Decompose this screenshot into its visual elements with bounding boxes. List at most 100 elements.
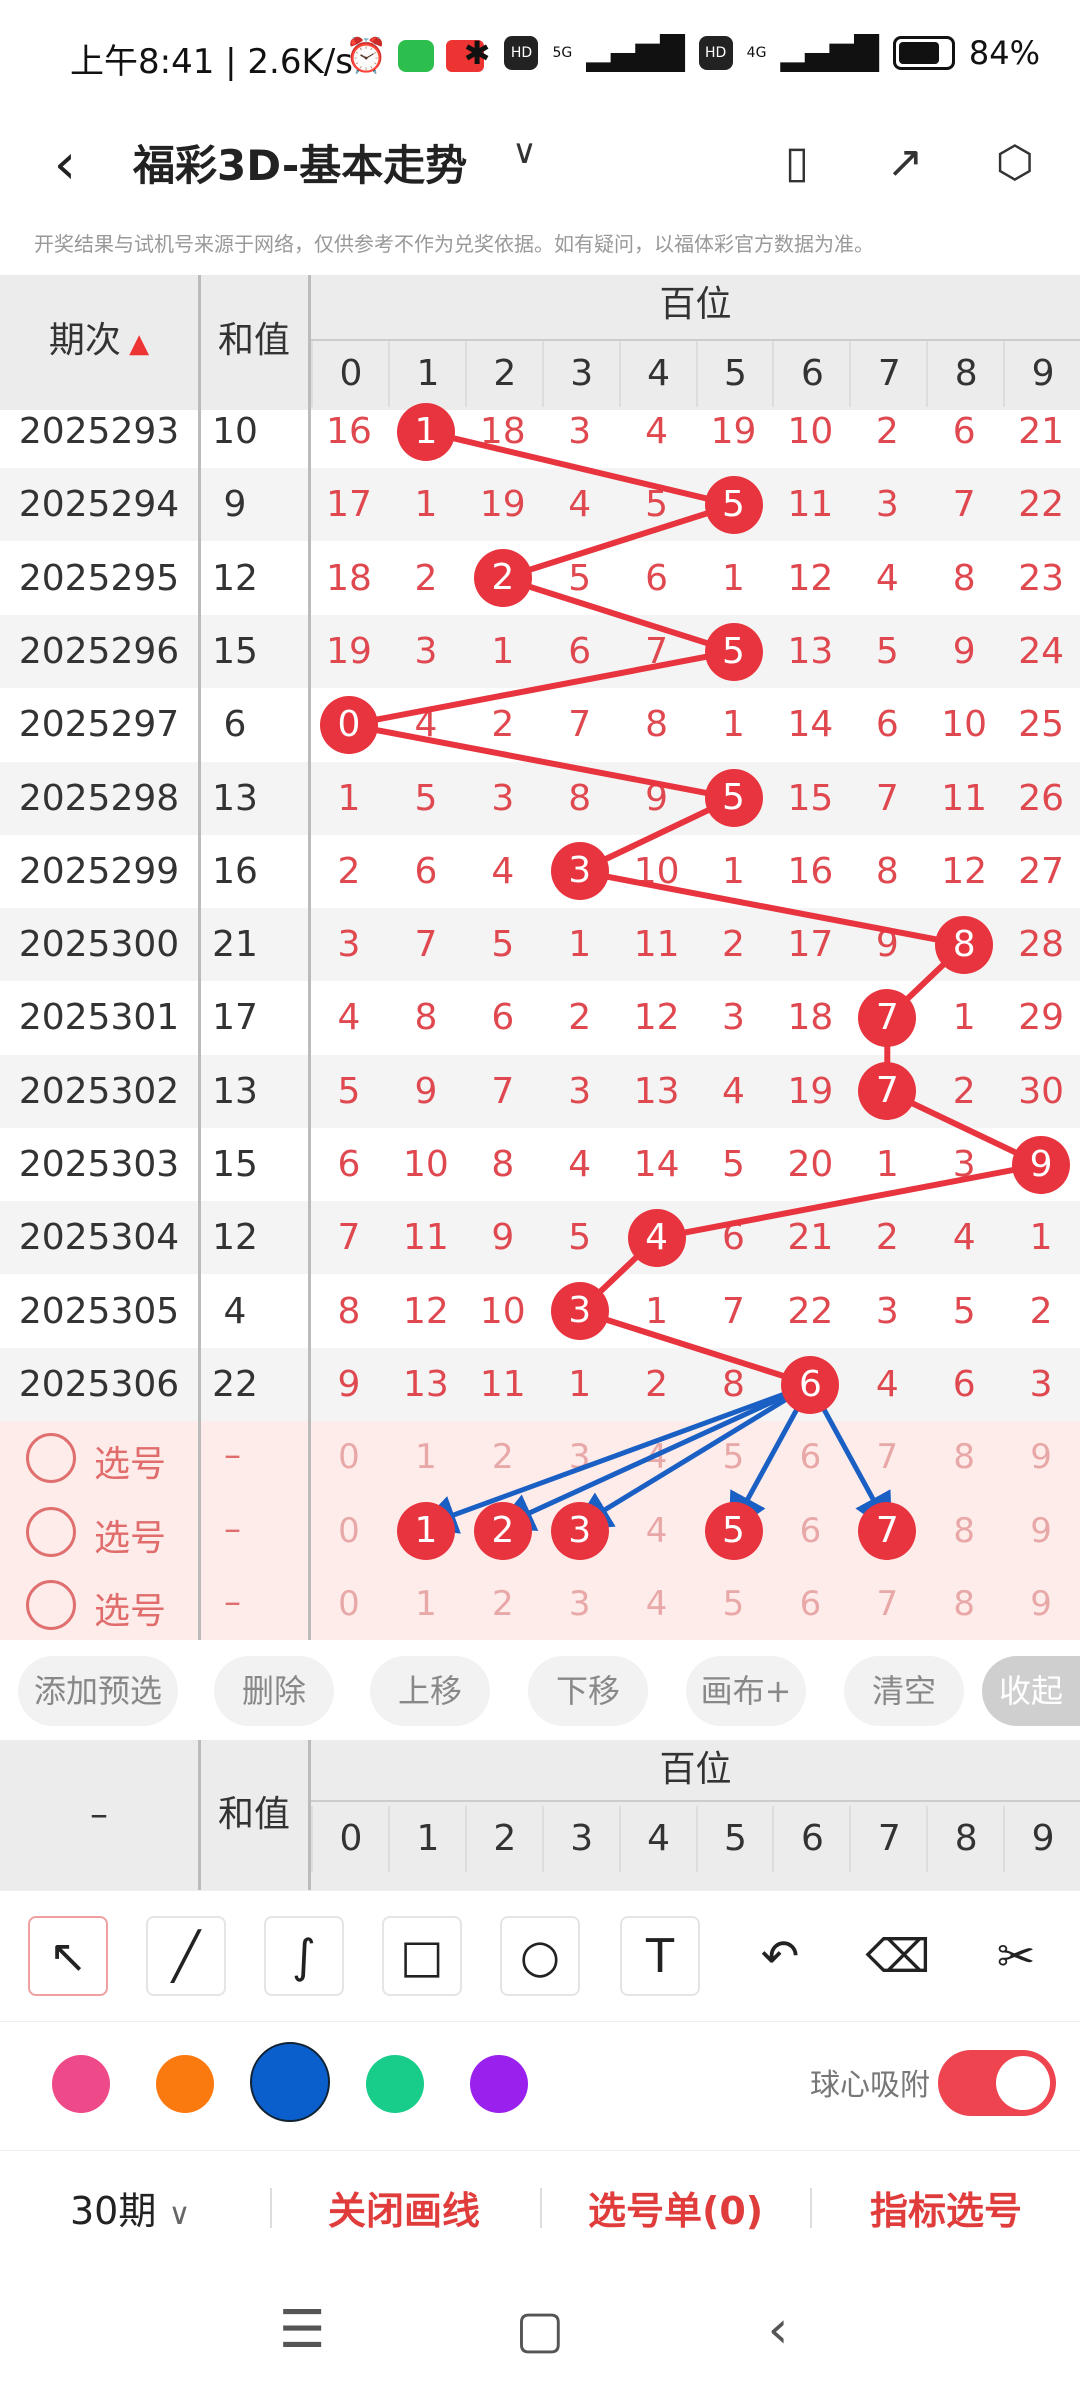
- text-tool-icon[interactable]: T: [620, 1916, 700, 1996]
- pick-cell[interactable]: 0: [311, 1568, 387, 1640]
- share-icon[interactable]: ↗: [870, 128, 940, 198]
- miss-count-cell: 3: [722, 997, 745, 1039]
- sum-value: 4: [223, 1290, 247, 1332]
- back-arrow-icon[interactable]: ‹: [30, 130, 100, 200]
- snap-toggle[interactable]: [938, 2050, 1056, 2116]
- pick-cell[interactable]: 4: [619, 1495, 695, 1568]
- digit-header-2: 2: [464, 1806, 543, 1872]
- pick-cell[interactable]: 8: [926, 1568, 1002, 1640]
- circle-tool-icon[interactable]: ○: [500, 1916, 580, 1996]
- miss-count-cell: 6: [722, 1217, 745, 1259]
- sum-value: 13: [212, 777, 258, 819]
- undo-icon[interactable]: ↶: [740, 1916, 820, 1996]
- pick-cell[interactable]: 6: [772, 1568, 848, 1640]
- sum-value: 21: [212, 924, 258, 966]
- miss-count-cell: 7: [722, 1290, 745, 1332]
- miss-count-cell: 17: [787, 924, 834, 966]
- pick-ball-selected[interactable]: 1: [396, 1501, 455, 1560]
- miss-count-cell: 19: [787, 1070, 834, 1112]
- pick-cell[interactable]: 4: [619, 1421, 695, 1494]
- move-down-button[interactable]: 下移: [528, 1656, 648, 1726]
- pick-cell[interactable]: 8: [926, 1421, 1002, 1494]
- miss-count-cell: 22: [787, 1290, 834, 1332]
- back-icon[interactable]: ‹: [738, 2300, 818, 2360]
- arrow-tool-icon[interactable]: ↖: [28, 1916, 108, 1996]
- color-green-swatch[interactable]: [366, 2055, 424, 2113]
- pick-cell[interactable]: 1: [388, 1421, 464, 1494]
- color-pink-swatch[interactable]: [52, 2055, 110, 2113]
- miss-count-cell: 9: [337, 1363, 361, 1405]
- miss-count-cell: 6: [568, 630, 592, 672]
- miss-count-cell: 5: [722, 1144, 745, 1185]
- canvas-plus-button[interactable]: 画布+: [686, 1656, 806, 1726]
- miss-count-cell: 2: [1029, 1290, 1053, 1332]
- pick-ball-selected[interactable]: 7: [858, 1501, 917, 1560]
- pick-cell[interactable]: 1: [388, 1568, 464, 1640]
- pick-checkbox[interactable]: [26, 1579, 76, 1630]
- issue-number: 2025303: [18, 1144, 180, 1185]
- miss-count-cell: 3: [952, 1144, 976, 1185]
- indicator-pick-button[interactable]: 指标选号: [870, 2180, 1022, 2235]
- pick-cell[interactable]: 2: [465, 1568, 541, 1640]
- pick-list-button[interactable]: 选号单(0): [588, 2180, 763, 2235]
- miss-count-cell: 15: [787, 777, 834, 819]
- sort-icon[interactable]: ▲: [121, 329, 149, 359]
- collapse-button[interactable]: 收起: [982, 1656, 1080, 1726]
- rectangle-tool-icon[interactable]: □: [382, 1916, 462, 1996]
- miss-count-cell: 5: [414, 777, 438, 819]
- page-title[interactable]: 福彩3D-基本走势: [133, 132, 467, 193]
- issue-header[interactable]: 期次: [49, 320, 121, 361]
- clear-canvas-icon[interactable]: ✂: [976, 1916, 1056, 1996]
- pick-cell[interactable]: 0: [311, 1495, 387, 1568]
- pick-cell[interactable]: 6: [772, 1495, 848, 1568]
- pick-checkbox[interactable]: [26, 1506, 76, 1557]
- pick-cell[interactable]: 0: [311, 1421, 387, 1494]
- pick-cell[interactable]: 2: [465, 1421, 541, 1494]
- eraser-icon[interactable]: ⌫: [858, 1916, 938, 1996]
- action-bar: 添加预选 删除 上移 下移 画布+ 清空 收起: [0, 1640, 1080, 1740]
- pick-ball-selected[interactable]: 5: [704, 1501, 763, 1560]
- period-select[interactable]: 30期 ∨: [70, 2180, 190, 2235]
- digit-header-2: 9: [1003, 1806, 1080, 1872]
- color-orange-swatch[interactable]: [156, 2055, 214, 2113]
- pick-checkbox[interactable]: [26, 1433, 76, 1484]
- pick-cell[interactable]: 4: [619, 1568, 695, 1640]
- sum-value: 17: [212, 997, 258, 1039]
- disclaimer-text: 开奖结果与试机号来源于网络，仅供参考不作为兑奖依据。如有疑问，以福体彩官方数据为…: [34, 232, 874, 256]
- hd-icon: HD: [504, 36, 539, 70]
- pick-cell[interactable]: 7: [849, 1568, 925, 1640]
- curve-tool-icon[interactable]: ∫: [264, 1916, 344, 1996]
- pick-cell[interactable]: 3: [542, 1421, 618, 1494]
- pick-cell[interactable]: 9: [1003, 1568, 1079, 1640]
- miss-count-cell: 14: [787, 704, 834, 746]
- digit-header: 8: [926, 341, 1004, 407]
- close-lines-button[interactable]: 关闭画线: [328, 2180, 480, 2235]
- line-tool-icon[interactable]: ╱: [146, 1916, 226, 1996]
- settings-icon[interactable]: ⬡: [980, 128, 1050, 198]
- pick-cell[interactable]: 9: [1003, 1421, 1079, 1494]
- home-icon[interactable]: ▢: [500, 2300, 580, 2360]
- chevron-down-icon[interactable]: ∨: [512, 132, 537, 172]
- pick-cell[interactable]: 5: [696, 1421, 772, 1494]
- pick-ball-selected[interactable]: 3: [550, 1501, 609, 1560]
- menu-icon[interactable]: ☰: [262, 2300, 342, 2360]
- color-blue-swatch[interactable]: [250, 2042, 330, 2122]
- digit-header-2: 3: [541, 1806, 620, 1872]
- pick-cell[interactable]: 6: [772, 1421, 848, 1494]
- pick-ball-selected[interactable]: 2: [473, 1501, 532, 1560]
- move-up-button[interactable]: 上移: [370, 1656, 490, 1726]
- miss-count-cell: 8: [414, 997, 438, 1039]
- clear-button[interactable]: 清空: [844, 1656, 964, 1726]
- pick-cell[interactable]: 8: [926, 1495, 1002, 1568]
- pick-cell[interactable]: 7: [849, 1421, 925, 1494]
- pick-cell[interactable]: 5: [696, 1568, 772, 1640]
- color-purple-swatch[interactable]: [470, 2055, 528, 2113]
- add-preselect-button[interactable]: 添加预选: [18, 1656, 178, 1726]
- layout-toggle-icon[interactable]: ▯: [762, 128, 832, 198]
- miss-count-cell: 11: [941, 777, 988, 819]
- pick-cell[interactable]: 9: [1003, 1495, 1079, 1568]
- delete-button[interactable]: 删除: [214, 1656, 334, 1726]
- miss-count-cell: 6: [645, 557, 669, 599]
- miss-count-cell: 11: [787, 484, 834, 526]
- pick-cell[interactable]: 3: [542, 1568, 618, 1640]
